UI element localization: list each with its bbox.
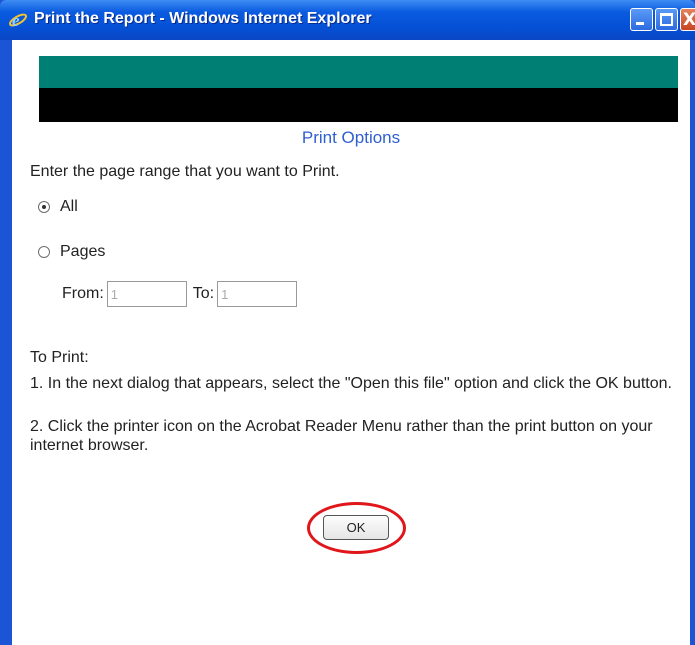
minimize-button[interactable] bbox=[630, 8, 653, 31]
to-field[interactable] bbox=[217, 281, 298, 307]
instruction-step-2: 2. Click the printer icon on the Acrobat… bbox=[30, 418, 653, 454]
to-label: To: bbox=[192, 285, 215, 302]
window-title: Print the Report - Windows Internet Expl… bbox=[34, 10, 372, 27]
instructions-title: To Print: bbox=[30, 349, 89, 366]
radio-label-pages: Pages bbox=[60, 243, 106, 260]
radio-button-pages[interactable] bbox=[38, 246, 50, 258]
page-content: Print Options Enter the page range that … bbox=[12, 40, 690, 645]
header-banner-teal bbox=[39, 56, 678, 88]
title-bar[interactable]: e Print the Report - Windows Internet Ex… bbox=[0, 0, 695, 40]
radio-button-all[interactable] bbox=[38, 201, 50, 213]
header-banner-black bbox=[39, 88, 678, 122]
instruction-step-1: 1. In the next dialog that appears, sele… bbox=[30, 375, 672, 392]
close-icon: X bbox=[683, 10, 695, 30]
minimize-icon bbox=[636, 22, 644, 25]
radio-option-pages[interactable]: Pages bbox=[38, 243, 105, 261]
radio-option-all[interactable]: All bbox=[38, 198, 78, 216]
svg-text:e: e bbox=[12, 11, 20, 30]
from-label: From: bbox=[62, 285, 104, 302]
maximize-button[interactable] bbox=[655, 8, 678, 31]
ok-button[interactable]: OK bbox=[323, 515, 389, 540]
window-frame-right bbox=[690, 0, 695, 645]
radio-label-all: All bbox=[60, 198, 78, 215]
internet-explorer-icon: e bbox=[9, 11, 27, 30]
page-range: From: To: bbox=[62, 281, 303, 307]
browser-window: e Print the Report - Windows Internet Ex… bbox=[0, 0, 695, 645]
range-prompt: Enter the page range that you want to Pr… bbox=[30, 163, 340, 180]
page-title: Print Options bbox=[301, 128, 401, 147]
from-field[interactable] bbox=[106, 281, 187, 307]
close-button[interactable]: X bbox=[680, 8, 695, 31]
maximize-icon bbox=[660, 13, 673, 26]
window-frame-left bbox=[0, 0, 12, 645]
